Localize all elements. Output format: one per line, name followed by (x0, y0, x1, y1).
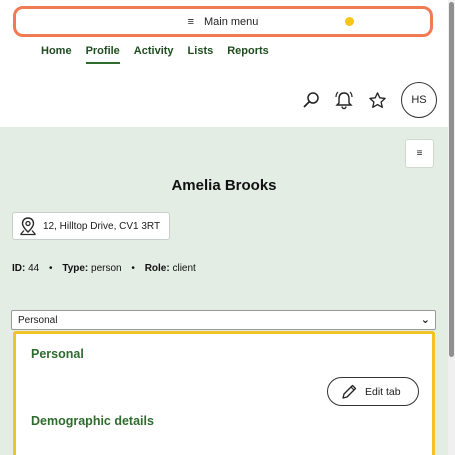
panel-title: Personal (31, 347, 84, 361)
notification-dot (345, 17, 354, 26)
id-label: ID: (12, 263, 26, 274)
meta-separator: • (49, 263, 53, 274)
nav-item-home[interactable]: Home (41, 45, 72, 64)
star-icon[interactable] (366, 89, 388, 111)
chevron-down-icon: ⌄ (420, 314, 430, 326)
meta-separator: • (131, 263, 135, 274)
profile-meta: ID: 44 • Type: person • Role: client (12, 263, 196, 274)
notifications-bell-icon[interactable] (333, 89, 355, 111)
main-menu-button[interactable]: ≡ Main menu (13, 6, 433, 37)
header-actions: HS (300, 82, 437, 118)
id-value: 44 (28, 263, 40, 274)
edit-tab-label: Edit tab (365, 385, 401, 398)
tab-select[interactable]: Personal ⌄ (11, 310, 436, 330)
address-chip[interactable]: 12, Hilltop Drive, CV1 3RT (12, 212, 170, 240)
type-value: person (91, 263, 122, 274)
nav-item-lists[interactable]: Lists (188, 45, 214, 64)
edit-tab-button[interactable]: Edit tab (327, 377, 419, 406)
role-value: client (172, 263, 196, 274)
pencil-icon (342, 384, 357, 399)
user-avatar[interactable]: HS (401, 82, 437, 118)
personal-tab-panel: Personal Edit tab Demographic details (13, 331, 435, 455)
search-icon[interactable] (300, 89, 322, 111)
primary-nav: Home Profile Activity Lists Reports (41, 45, 283, 64)
tab-select-value: Personal (18, 314, 58, 326)
type-label: Type: (62, 263, 89, 274)
scrollbar-thumb[interactable] (449, 2, 454, 357)
hamburger-icon: ≡ (416, 148, 423, 159)
address-text: 12, Hilltop Drive, CV1 3RT (43, 220, 161, 232)
role-label: Role: (144, 263, 170, 274)
nav-item-profile[interactable]: Profile (85, 45, 120, 64)
person-name: Amelia Brooks (171, 177, 277, 194)
profile-content: ≡ Amelia Brooks 12, Hilltop Drive, CV1 3… (0, 127, 448, 455)
page-scrollbar[interactable] (448, 0, 455, 455)
hamburger-icon: ≡ (187, 15, 194, 28)
demographic-details-heading: Demographic details (31, 414, 154, 428)
nav-item-reports[interactable]: Reports (227, 45, 269, 64)
side-menu-button[interactable]: ≡ (405, 139, 434, 168)
map-pin-icon (20, 217, 36, 236)
nav-item-activity[interactable]: Activity (134, 45, 174, 64)
main-menu-label: Main menu (204, 15, 259, 28)
